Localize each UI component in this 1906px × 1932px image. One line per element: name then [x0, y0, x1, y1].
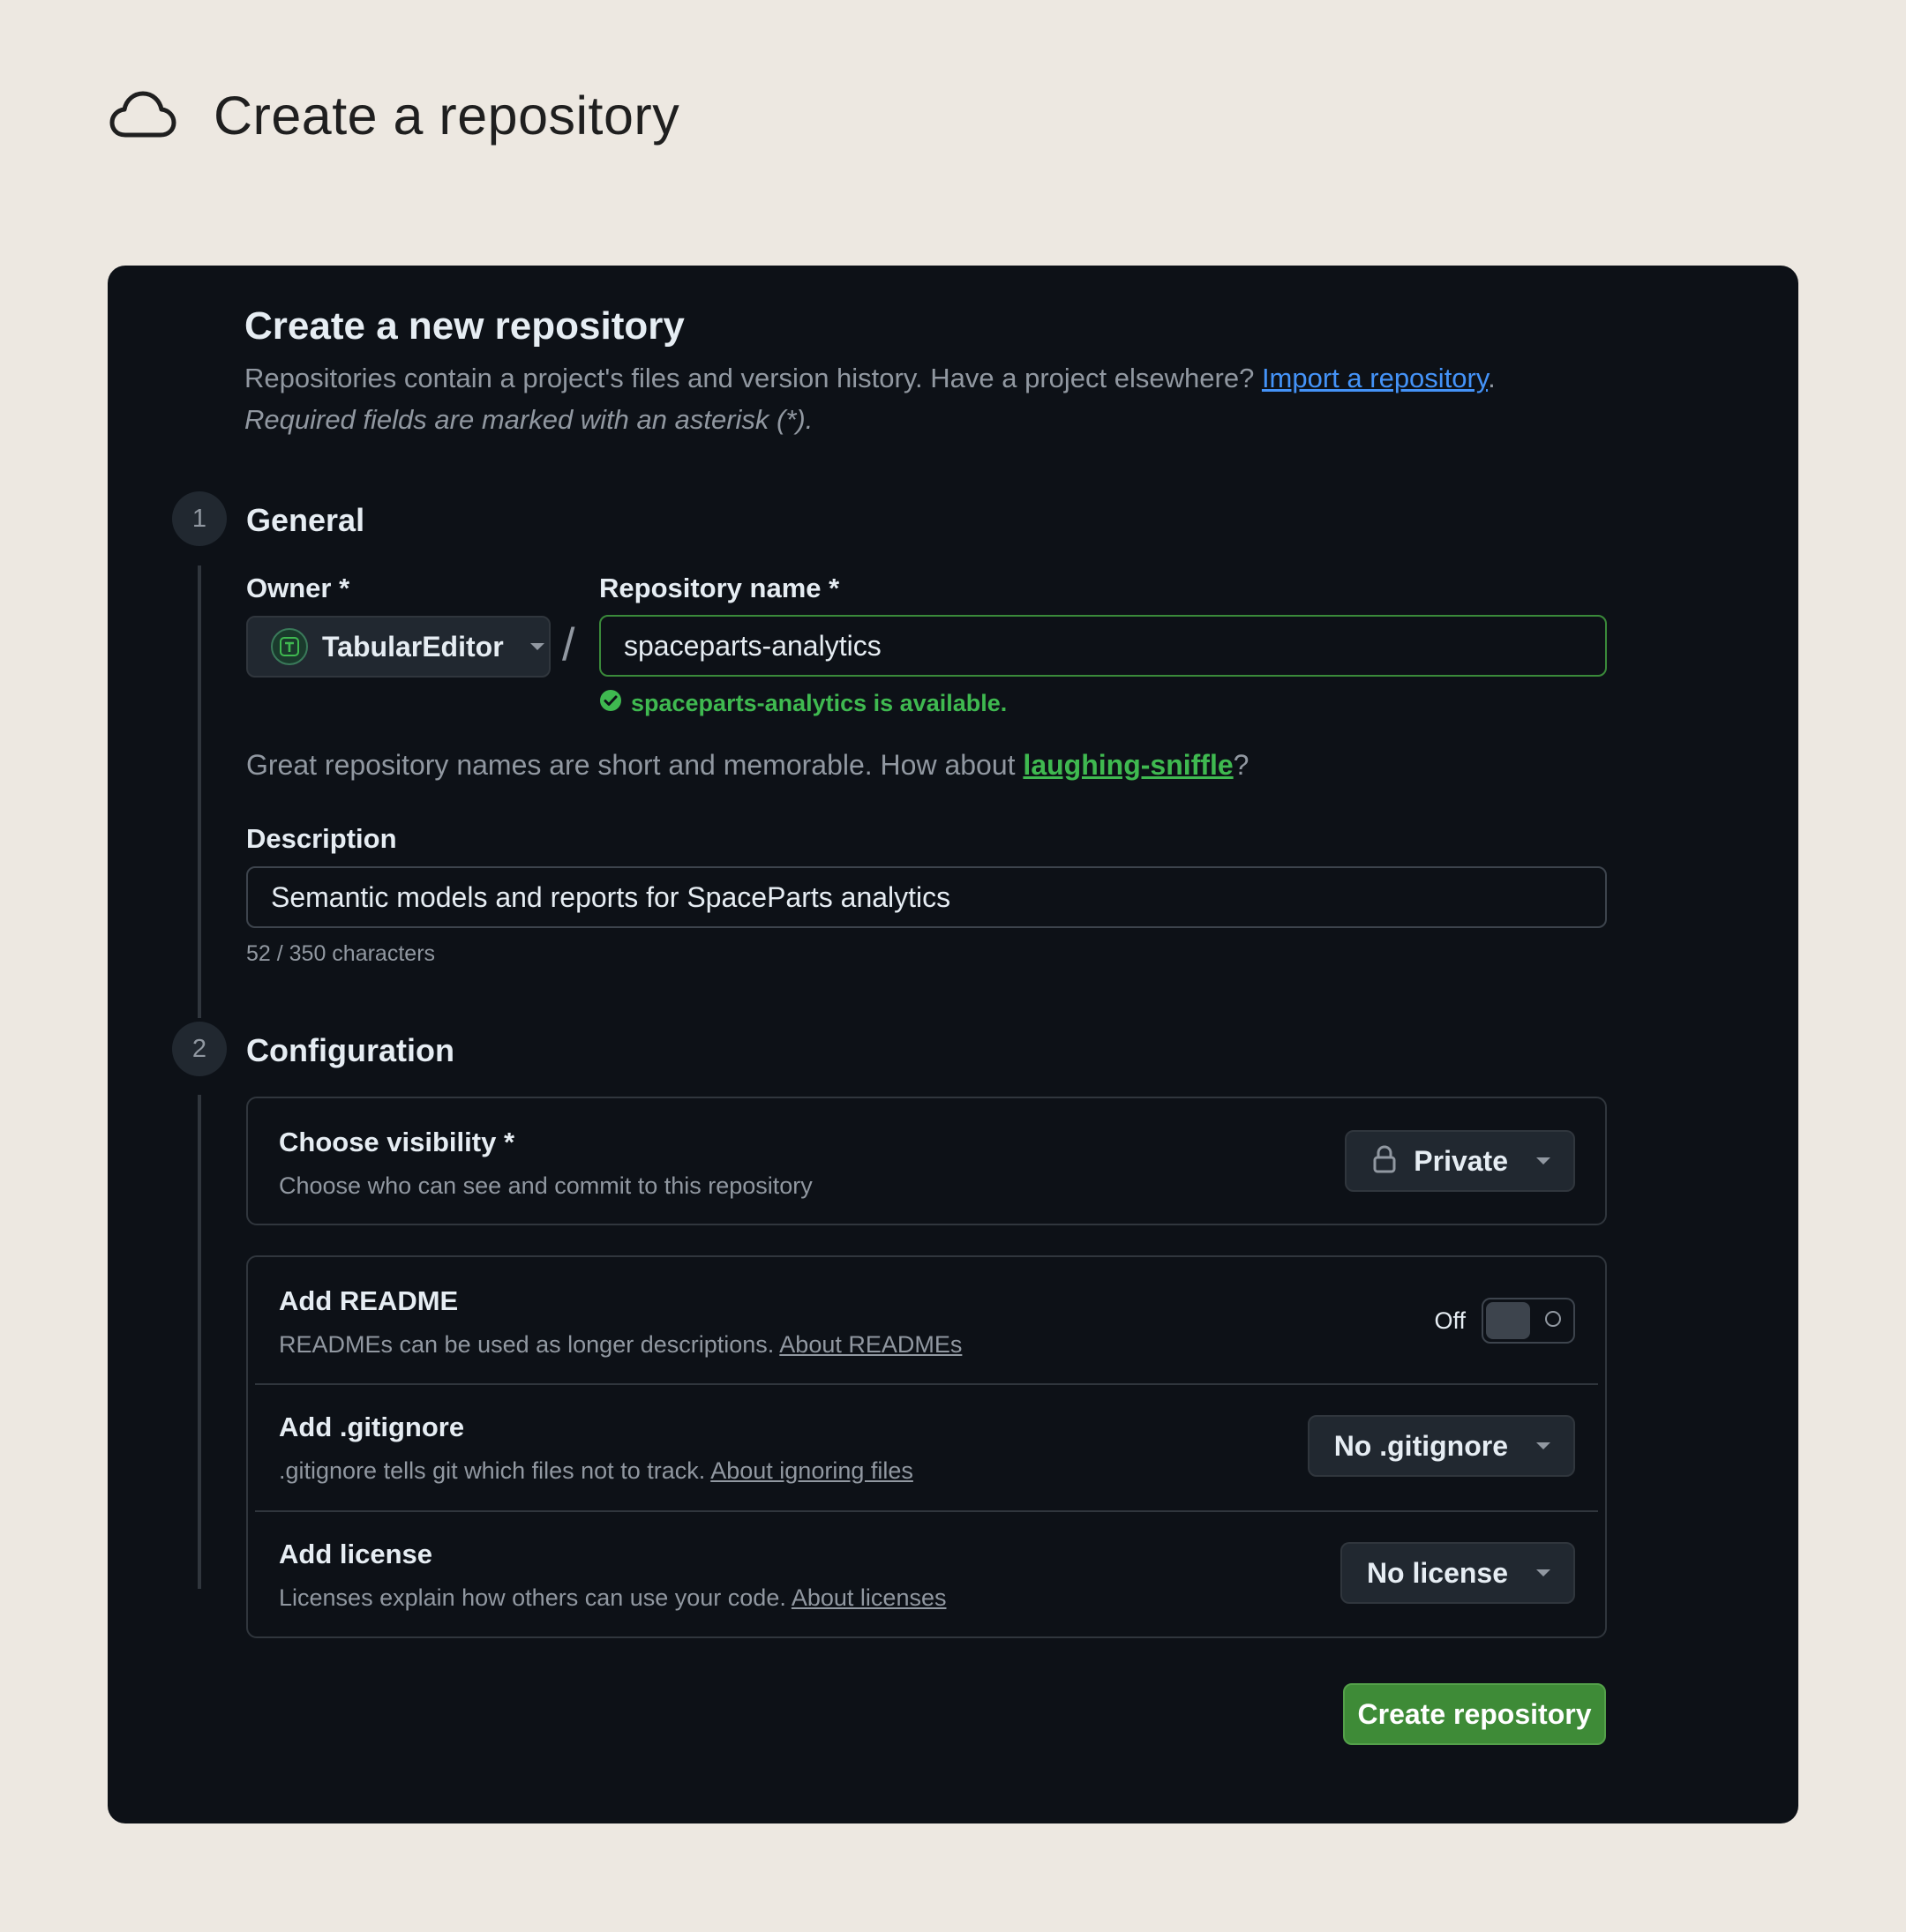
readme-title: Add README [279, 1285, 459, 1316]
license-title: Add license [279, 1539, 432, 1569]
chevron-down-icon [1536, 1157, 1550, 1164]
form-heading: Create a new repository [244, 304, 685, 348]
import-repository-link[interactable]: Import a repository [1262, 363, 1488, 393]
form-subtitle-end: . [1488, 363, 1496, 393]
check-circle-icon [599, 689, 622, 718]
readme-description-text: READMEs can be used as longer descriptio… [279, 1331, 775, 1358]
timeline-line-general [198, 565, 201, 1018]
form-subtitle-text: Repositories contain a project's files a… [244, 363, 1255, 393]
description-label: Description [246, 823, 397, 854]
toggle-knob [1486, 1302, 1530, 1339]
readme-toggle[interactable] [1482, 1298, 1575, 1344]
visibility-title: Choose visibility * [279, 1127, 515, 1157]
suggestion-suffix: ? [1233, 749, 1249, 781]
license-value: No license [1366, 1556, 1508, 1589]
owner-avatar [271, 628, 308, 665]
required-note: Required fields are marked with an aster… [244, 404, 814, 435]
toggle-off-icon [1545, 1311, 1561, 1327]
chevron-down-icon [1536, 1442, 1550, 1449]
repository-options-card: Add README READMEs can be used as longer… [246, 1255, 1607, 1638]
visibility-description: Choose who can see and commit to this re… [279, 1172, 813, 1199]
owner-repo-separator: / [562, 619, 575, 670]
readme-toggle-state: Off [1434, 1307, 1466, 1334]
name-suggestion: Great repository names are short and mem… [246, 749, 1249, 782]
gitignore-title: Add .gitignore [279, 1412, 465, 1442]
step-number-1: 1 [172, 491, 227, 546]
repo-name-input[interactable]: spaceparts-analytics [599, 615, 1607, 677]
description-input[interactable]: Semantic models and reports for SpacePar… [246, 866, 1607, 928]
step-number-2: 2 [172, 1022, 227, 1076]
visibility-value: Private [1414, 1144, 1508, 1177]
owner-label: Owner * [246, 573, 350, 603]
gitignore-description: .gitignore tells git which files not to … [279, 1457, 913, 1485]
lock-icon [1371, 1144, 1398, 1179]
about-readmes-link[interactable]: About READMEs [779, 1331, 962, 1358]
suggestion-prefix: Great repository names are short and mem… [246, 749, 1016, 781]
owner-dropdown[interactable]: TabularEditor [246, 616, 551, 678]
gitignore-row: Add .gitignore .gitignore tells git whic… [248, 1385, 1605, 1511]
page-header: Create a repository [109, 85, 679, 146]
visibility-card: Choose visibility * Choose who can see a… [246, 1097, 1607, 1225]
chevron-down-icon [1536, 1569, 1550, 1576]
readme-toggle-group: Off [1434, 1298, 1575, 1344]
create-repository-button[interactable]: Create repository [1343, 1683, 1606, 1745]
timeline-line-configuration [198, 1095, 201, 1589]
availability-message: spaceparts-analytics is available. [599, 689, 1007, 718]
readme-row: Add README READMEs can be used as longer… [248, 1257, 1605, 1383]
readme-description: READMEs can be used as longer descriptio… [279, 1331, 962, 1359]
about-ignoring-files-link[interactable]: About ignoring files [710, 1457, 913, 1484]
repo-name-label: Repository name * [599, 573, 840, 603]
license-row: Add license Licenses explain how others … [248, 1512, 1605, 1638]
character-count: 52 / 350 characters [246, 941, 436, 966]
step-title-general: General [246, 502, 365, 538]
availability-text: spaceparts-analytics is available. [631, 690, 1008, 716]
form-subtitle: Repositories contain a project's files a… [244, 363, 1496, 394]
page-title: Create a repository [214, 86, 680, 146]
license-dropdown[interactable]: No license [1339, 1542, 1575, 1604]
about-licenses-link[interactable]: About licenses [792, 1584, 947, 1611]
gitignore-dropdown[interactable]: No .gitignore [1307, 1415, 1575, 1477]
visibility-dropdown[interactable]: Private [1345, 1130, 1575, 1192]
step-title-configuration: Configuration [246, 1032, 454, 1068]
chevron-down-icon [529, 643, 544, 650]
cloud-icon [109, 91, 176, 140]
owner-name: TabularEditor [322, 630, 504, 663]
gitignore-description-text: .gitignore tells git which files not to … [279, 1457, 706, 1484]
license-description: Licenses explain how others can use your… [279, 1584, 946, 1612]
suggested-name-link[interactable]: laughing-sniffle [1023, 749, 1233, 781]
create-repo-panel: Create a new repository Repositories con… [108, 266, 1798, 1823]
license-description-text: Licenses explain how others can use your… [279, 1584, 786, 1611]
gitignore-value: No .gitignore [1333, 1429, 1508, 1462]
